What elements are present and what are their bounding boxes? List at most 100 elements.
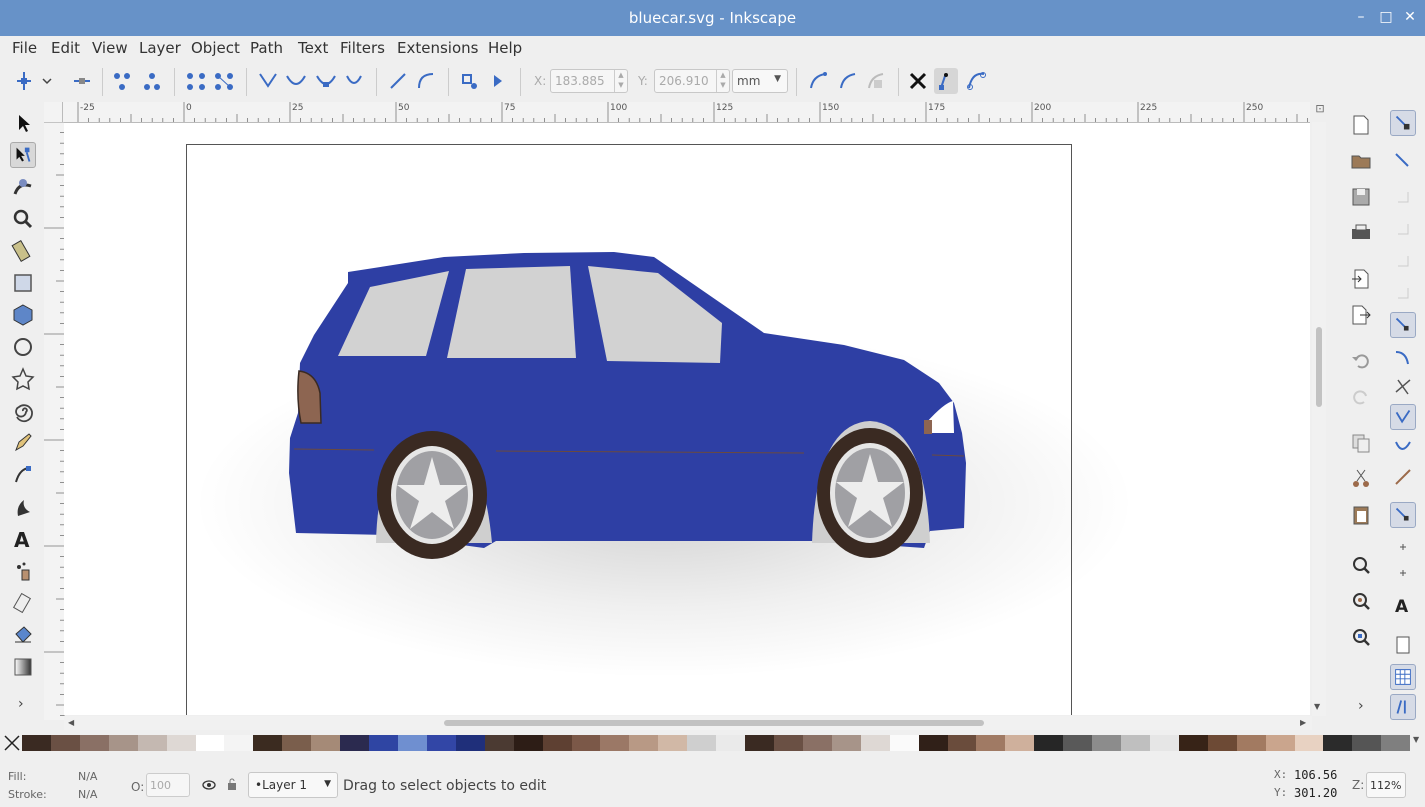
menu-help[interactable]: Help <box>488 39 522 57</box>
palette-swatch[interactable] <box>860 735 890 751</box>
palette-swatch[interactable] <box>311 735 341 751</box>
insert-node-icon[interactable] <box>12 68 36 94</box>
palette-swatch[interactable] <box>716 735 746 751</box>
blue-car[interactable] <box>289 252 966 559</box>
menu-path[interactable]: Path <box>250 39 283 57</box>
tweak-tool-icon[interactable] <box>10 174 36 200</box>
palette-swatch[interactable] <box>1207 735 1237 751</box>
palette-swatch[interactable] <box>976 735 1006 751</box>
layer-select[interactable]: •Layer 1 ▼ <box>248 772 338 798</box>
chevron-down-icon[interactable] <box>40 68 54 94</box>
pen-tool-icon[interactable] <box>10 462 36 488</box>
show-handles-icon[interactable] <box>934 68 958 94</box>
star-tool-icon[interactable] <box>10 366 36 392</box>
node-tool-icon[interactable] <box>10 142 36 168</box>
edit-mask-icon[interactable] <box>864 68 888 94</box>
paste-icon[interactable] <box>1348 502 1374 528</box>
snap-intersections-icon[interactable] <box>1390 374 1416 400</box>
join-nodes-icon[interactable] <box>110 68 134 94</box>
palette-swatch[interactable] <box>658 735 688 751</box>
zoom-tool-icon[interactable] <box>10 206 36 232</box>
next-path-effect-icon[interactable] <box>806 68 830 94</box>
new-document-icon[interactable] <box>1348 112 1374 138</box>
make-curve-icon[interactable] <box>414 68 438 94</box>
vertical-scroll-thumb[interactable] <box>1316 327 1322 407</box>
palette-swatch[interactable] <box>571 735 601 751</box>
make-line-icon[interactable] <box>386 68 410 94</box>
x-spinner[interactable]: ▲ ▼ <box>614 70 627 92</box>
scroll-right-icon[interactable]: ▶ <box>1300 718 1306 727</box>
pencil-tool-icon[interactable] <box>10 430 36 456</box>
no-paint-icon[interactable] <box>4 735 20 751</box>
palette-swatch[interactable] <box>687 735 717 751</box>
more-tools-chevron-icon[interactable]: › <box>18 696 24 712</box>
export-icon[interactable] <box>1348 302 1374 328</box>
palette-swatch[interactable] <box>773 735 803 751</box>
x-coordinate-input[interactable]: 183.885 ▲ ▼ <box>550 69 628 93</box>
palette-swatch[interactable] <box>947 735 977 751</box>
palette-swatch[interactable] <box>600 735 630 751</box>
ellipse-tool-icon[interactable] <box>10 334 36 360</box>
snap-midpoints-icon[interactable] <box>1390 464 1416 490</box>
break-path-icon[interactable] <box>140 68 164 94</box>
print-icon[interactable] <box>1348 220 1374 246</box>
enable-snapping-icon[interactable] <box>1390 110 1416 136</box>
menu-view[interactable]: View <box>92 39 128 57</box>
palette-swatch[interactable] <box>166 735 196 751</box>
spiral-tool-icon[interactable] <box>10 398 36 424</box>
stroke-value[interactable]: N/A <box>78 788 97 801</box>
menu-edit[interactable]: Edit <box>51 39 80 57</box>
snap-bbox-corners-icon[interactable] <box>1390 216 1416 242</box>
palette-menu-icon[interactable]: ▼ <box>1413 735 1419 744</box>
drawing-canvas[interactable] <box>64 123 1310 715</box>
snap-paths-icon[interactable] <box>1390 344 1416 370</box>
zoom-input[interactable]: 112% <box>1366 772 1406 798</box>
menu-text[interactable]: Text <box>298 39 328 57</box>
snap-rotation-center-icon[interactable] <box>1390 560 1416 586</box>
palette-swatch[interactable] <box>889 735 919 751</box>
open-folder-icon[interactable] <box>1348 148 1374 174</box>
import-icon[interactable] <box>1348 266 1374 292</box>
zoom-corner-icon[interactable]: ⊡ <box>1312 102 1328 120</box>
palette-swatch[interactable] <box>1381 735 1411 751</box>
palette-swatch[interactable] <box>802 735 832 751</box>
calligraphy-tool-icon[interactable] <box>10 494 36 520</box>
cut-icon[interactable] <box>1348 466 1374 492</box>
unit-select[interactable]: mm ▼ <box>732 69 788 93</box>
palette-swatch[interactable] <box>1034 735 1064 751</box>
fill-value[interactable]: N/A <box>78 770 97 783</box>
palette-swatch[interactable] <box>340 735 370 751</box>
smooth-node-icon[interactable] <box>284 68 308 94</box>
palette-swatch[interactable] <box>1092 735 1122 751</box>
more-commands-chevron-icon[interactable]: › <box>1358 698 1364 714</box>
palette-swatch[interactable] <box>918 735 948 751</box>
menu-filters[interactable]: Filters <box>340 39 385 57</box>
snap-page-border-icon[interactable] <box>1390 632 1416 658</box>
snap-guides-icon[interactable] <box>1390 694 1416 720</box>
scroll-left-icon[interactable]: ◀ <box>68 718 74 727</box>
zoom-drawing-icon[interactable] <box>1348 588 1374 614</box>
snap-centers-icon[interactable] <box>1390 534 1416 560</box>
palette-swatch[interactable] <box>1236 735 1266 751</box>
show-outline-icon[interactable] <box>964 68 988 94</box>
y-coordinate-input[interactable]: 206.910 ▲ ▼ <box>654 69 730 93</box>
palette-swatch[interactable] <box>542 735 572 751</box>
palette-swatch[interactable] <box>1178 735 1208 751</box>
redo-icon[interactable] <box>1348 384 1374 410</box>
close-icon[interactable]: ✕ <box>1401 8 1419 26</box>
palette-swatch[interactable] <box>831 735 861 751</box>
palette-swatch[interactable] <box>50 735 80 751</box>
palette-swatch[interactable] <box>1352 735 1382 751</box>
palette-swatch[interactable] <box>1005 735 1035 751</box>
snap-cusp-nodes-icon[interactable] <box>1390 404 1416 430</box>
palette-swatch[interactable] <box>1149 735 1179 751</box>
vertical-scrollbar[interactable]: ▼ <box>1312 122 1326 716</box>
3d-box-tool-icon[interactable] <box>10 302 36 328</box>
opacity-input[interactable]: 100 <box>146 773 190 797</box>
menu-extensions[interactable]: Extensions <box>397 39 478 57</box>
cusp-node-icon[interactable] <box>256 68 280 94</box>
measure-tool-icon[interactable] <box>10 238 36 264</box>
y-spinner[interactable]: ▲ ▼ <box>716 70 729 92</box>
horizontal-scroll-thumb[interactable] <box>444 720 984 726</box>
save-icon[interactable] <box>1348 184 1374 210</box>
